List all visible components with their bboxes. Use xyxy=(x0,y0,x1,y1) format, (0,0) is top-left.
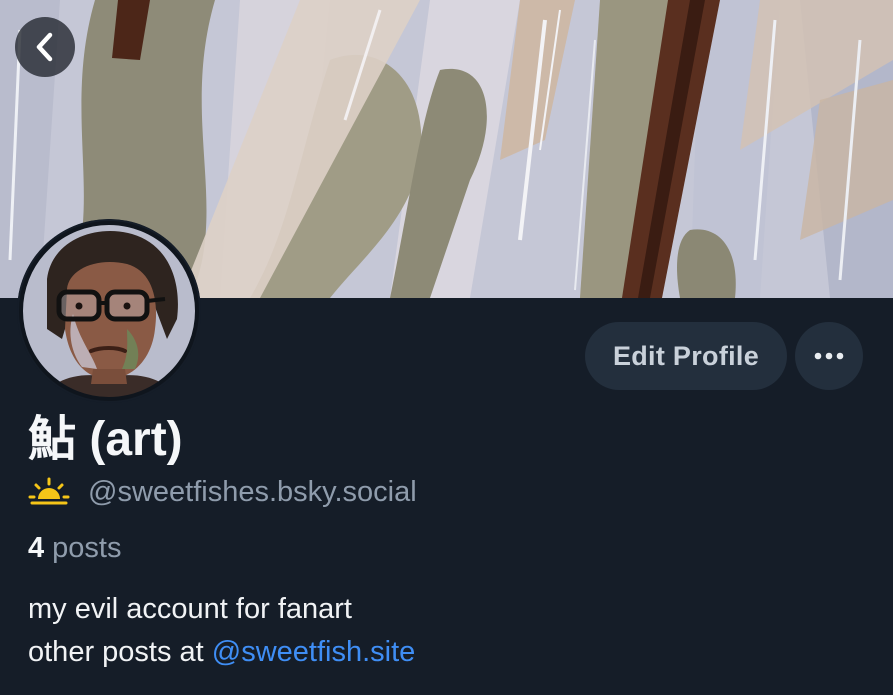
edit-profile-button[interactable]: Edit Profile xyxy=(585,322,787,390)
profile-page: Edit Profile 鮎 (art) @sweetfishes.bsky.s… xyxy=(0,0,893,695)
profile-bio: my evil account for fanart other posts a… xyxy=(28,588,415,674)
avatar-portrait xyxy=(17,219,201,403)
ellipsis-icon xyxy=(814,352,844,360)
handle-row: @sweetfishes.bsky.social xyxy=(28,472,417,512)
chevron-left-icon xyxy=(36,32,53,62)
bio-line-2: other posts at @sweetfish.site xyxy=(28,631,415,674)
bio-line-2-text: other posts at xyxy=(28,636,204,668)
avatar[interactable] xyxy=(17,219,201,403)
posts-stat: 4 posts xyxy=(28,528,121,568)
bio-line-1: my evil account for fanart xyxy=(28,593,352,625)
sunrise-icon xyxy=(28,477,70,505)
posts-label: posts xyxy=(52,532,122,564)
display-name: 鮎 (art) xyxy=(28,413,183,466)
back-button[interactable] xyxy=(15,17,75,77)
more-options-button[interactable] xyxy=(795,322,863,390)
posts-count: 4 xyxy=(28,532,45,564)
bio-mention-link[interactable]: @sweetfish.site xyxy=(212,636,416,668)
handle[interactable]: @sweetfishes.bsky.social xyxy=(88,476,417,509)
